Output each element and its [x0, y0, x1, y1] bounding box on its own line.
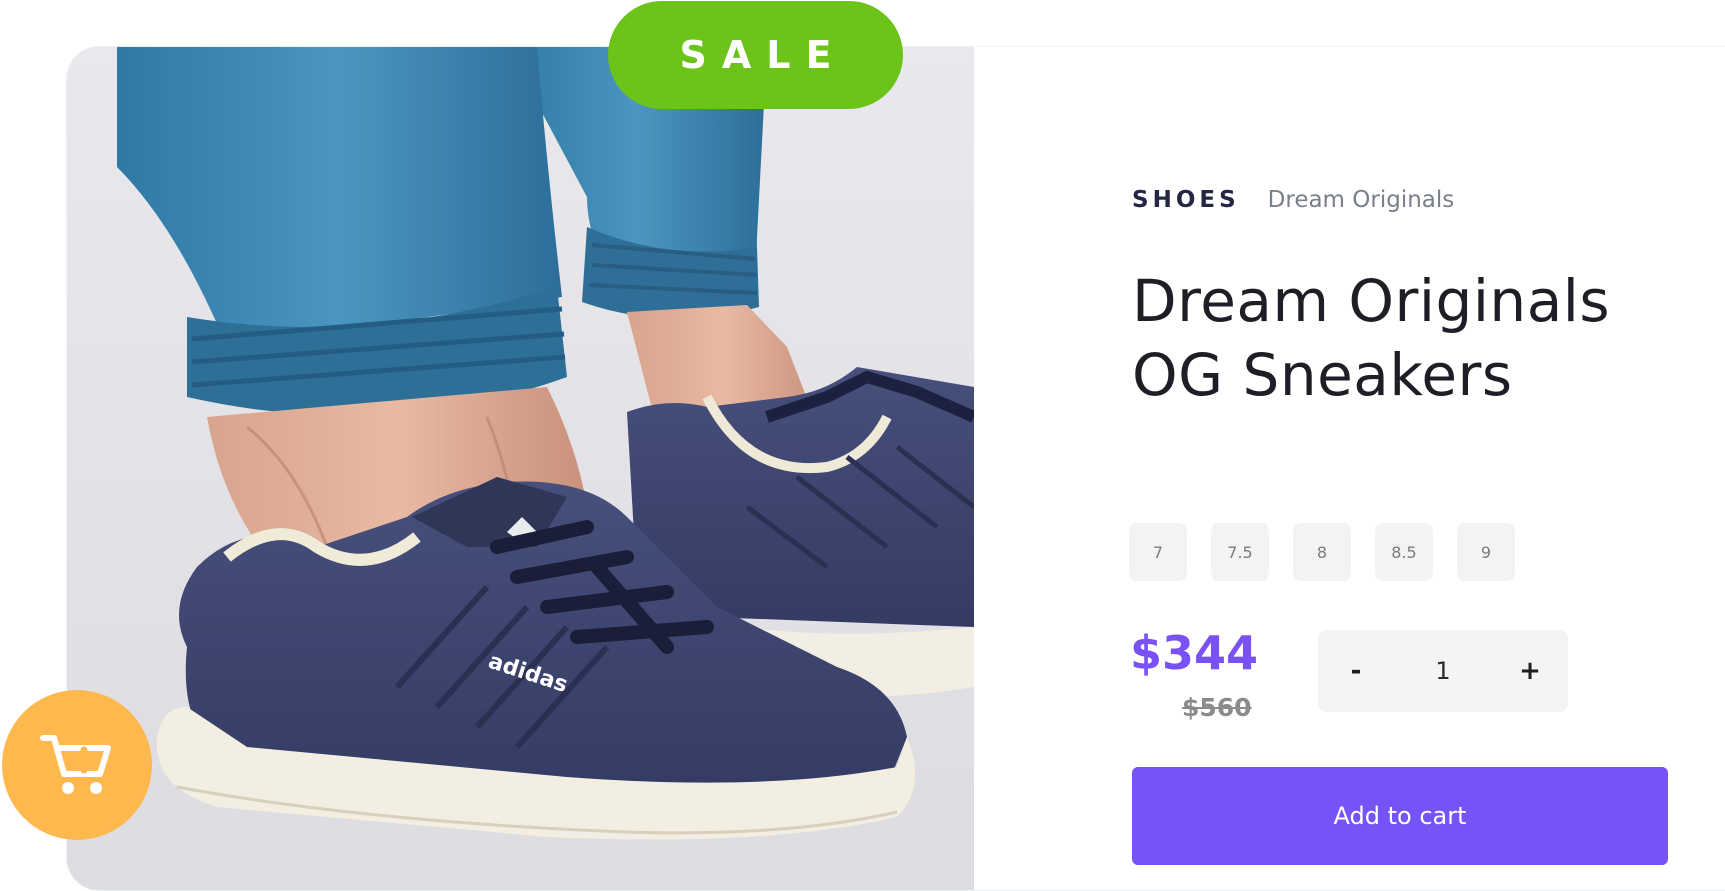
product-category[interactable]: SHOES [1132, 187, 1240, 213]
size-selector: 7 7.5 8 8.5 9 [1129, 523, 1515, 581]
sale-badge: SALE [608, 1, 903, 109]
add-to-cart-button[interactable]: Add to cart [1132, 767, 1668, 865]
current-price: $344 [1130, 626, 1259, 680]
product-title-line-2: OG Sneakers [1132, 341, 1513, 409]
quantity-stepper: - + [1318, 630, 1568, 712]
cart-plus-icon [40, 735, 111, 794]
product-page: SALE adidas SHOES Dream Originals Dream … [0, 0, 1725, 891]
product-card: adidas SHOES Dream Originals Dream Origi… [67, 47, 1725, 890]
product-title: Dream Originals OG Sneakers [1132, 264, 1725, 412]
product-brand[interactable]: Dream Originals [1268, 187, 1455, 213]
product-details: SHOES Dream Originals Dream Originals OG… [1129, 187, 1725, 865]
size-option-7-5[interactable]: 7.5 [1211, 523, 1269, 581]
sneaker-photo: adidas [67, 47, 974, 890]
price-block: $344 $560 [1130, 627, 1280, 722]
size-option-8-5[interactable]: 8.5 [1375, 523, 1433, 581]
quantity-decrement-button[interactable]: - [1340, 655, 1372, 687]
size-option-7[interactable]: 7 [1129, 523, 1187, 581]
product-title-line-1: Dream Originals [1132, 267, 1611, 335]
size-option-8[interactable]: 8 [1293, 523, 1351, 581]
size-option-9[interactable]: 9 [1457, 523, 1515, 581]
breadcrumb: SHOES Dream Originals [1132, 187, 1725, 219]
product-image: adidas [67, 47, 974, 890]
quantity-increment-button[interactable]: + [1514, 655, 1546, 687]
original-price: $560 [1182, 693, 1252, 722]
add-to-cart-fab[interactable] [2, 690, 152, 840]
quantity-input[interactable] [1411, 656, 1475, 686]
